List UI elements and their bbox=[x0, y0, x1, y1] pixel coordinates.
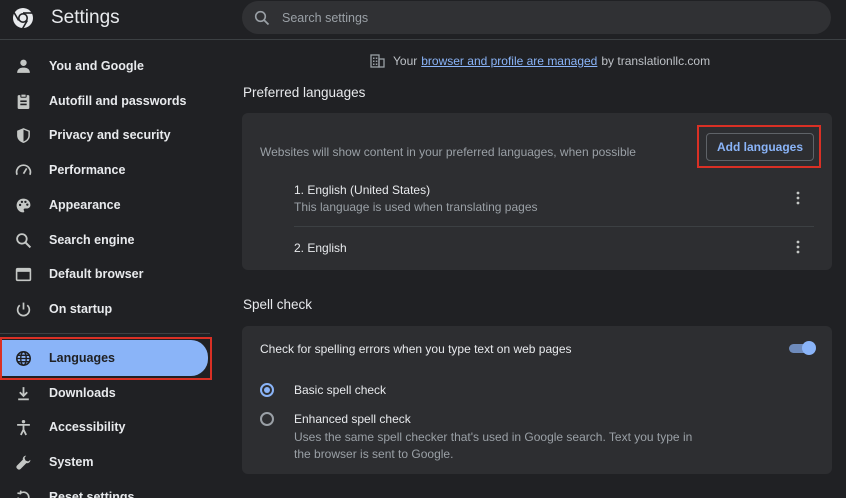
sidebar-item-you-and-google[interactable]: You and Google bbox=[0, 49, 210, 83]
sidebar-item-label: Performance bbox=[49, 163, 126, 177]
language-name: 2. English bbox=[294, 241, 347, 255]
more-options-icon[interactable] bbox=[790, 239, 806, 255]
sidebar-item-search-engine[interactable]: Search engine bbox=[0, 223, 210, 257]
search-box[interactable] bbox=[242, 1, 831, 34]
spell-check-toggle-label: Check for spelling errors when you type … bbox=[260, 342, 572, 356]
sidebar-item-label: Autofill and passwords bbox=[49, 94, 187, 108]
sidebar-item-label: Accessibility bbox=[49, 420, 126, 434]
reset-icon bbox=[17, 490, 30, 498]
person-icon bbox=[17, 59, 30, 73]
sidebar-item-label: On startup bbox=[49, 302, 113, 316]
sidebar-item-on-startup[interactable]: On startup bbox=[0, 292, 210, 326]
building-icon bbox=[370, 54, 385, 68]
speedometer-icon bbox=[15, 164, 32, 176]
language-note: This language is used when translating p… bbox=[294, 200, 538, 214]
sidebar-item-accessibility[interactable]: Accessibility bbox=[0, 410, 210, 444]
search-input[interactable] bbox=[282, 1, 802, 34]
sidebar-item-reset-settings[interactable]: Reset settings bbox=[0, 480, 210, 498]
preferred-languages-description: Websites will show content in your prefe… bbox=[260, 145, 636, 159]
preferred-languages-card: Websites will show content in your prefe… bbox=[242, 113, 832, 270]
enhanced-spell-check-radio[interactable] bbox=[260, 412, 274, 426]
search-icon bbox=[16, 233, 32, 249]
browser-window-icon bbox=[15, 267, 32, 282]
accessibility-icon bbox=[17, 419, 30, 436]
enhanced-spell-check-note: Uses the same spell checker that's used … bbox=[294, 430, 693, 461]
sidebar-item-performance[interactable]: Performance bbox=[0, 153, 210, 187]
language-item: 1. English (United States) This language… bbox=[294, 183, 814, 214]
managed-notice: Your browser and profile are managed by … bbox=[370, 53, 710, 69]
managed-prefix: Your bbox=[393, 54, 418, 68]
spell-check-title: Spell check bbox=[243, 297, 313, 312]
basic-spell-check-radio[interactable] bbox=[260, 383, 274, 397]
clipboard-icon bbox=[17, 93, 30, 109]
sidebar-item-label: Reset settings bbox=[49, 490, 135, 498]
app-title: Settings bbox=[51, 7, 120, 28]
managed-suffix: by translationllc.com bbox=[601, 54, 711, 68]
wrench-icon bbox=[16, 455, 31, 470]
managed-link[interactable]: browser and profile are managed bbox=[421, 54, 597, 68]
language-name: 1. English (United States) bbox=[294, 183, 431, 197]
languages-highlight-box bbox=[0, 337, 212, 380]
language-item: 2. English bbox=[294, 241, 814, 255]
power-icon bbox=[16, 302, 31, 317]
preferred-languages-title: Preferred languages bbox=[243, 85, 366, 100]
sidebar-item-privacy[interactable]: Privacy and security bbox=[0, 118, 210, 152]
sidebar-item-autofill[interactable]: Autofill and passwords bbox=[0, 84, 210, 118]
header: Settings bbox=[0, 0, 846, 40]
spell-check-toggle[interactable] bbox=[787, 341, 816, 355]
sidebar-item-label: Appearance bbox=[49, 198, 121, 212]
sidebar-item-downloads[interactable]: Downloads bbox=[0, 376, 210, 410]
sidebar-item-label: Privacy and security bbox=[49, 128, 171, 142]
sidebar: You and Google Autofill and passwords Pr… bbox=[0, 41, 222, 498]
sidebar-item-label: You and Google bbox=[49, 59, 144, 73]
sidebar-item-system[interactable]: System bbox=[0, 445, 210, 479]
sidebar-item-label: Downloads bbox=[49, 386, 116, 400]
sidebar-item-label: Search engine bbox=[49, 233, 135, 247]
more-options-icon[interactable] bbox=[790, 190, 806, 206]
search-icon bbox=[254, 10, 270, 26]
add-languages-highlight-box: Add languages bbox=[697, 125, 821, 168]
shield-icon bbox=[17, 128, 30, 143]
basic-spell-check-label: Basic spell check bbox=[294, 383, 387, 397]
language-divider bbox=[294, 226, 814, 227]
enhanced-spell-check-label: Enhanced spell check bbox=[294, 412, 411, 426]
sidebar-item-default-browser[interactable]: Default browser bbox=[0, 257, 210, 291]
chrome-logo-icon bbox=[13, 8, 33, 29]
sidebar-item-label: Default browser bbox=[49, 267, 144, 281]
palette-icon bbox=[16, 198, 31, 213]
sidebar-divider bbox=[0, 333, 210, 334]
sidebar-item-label: System bbox=[49, 455, 94, 469]
toggle-knob bbox=[802, 341, 816, 355]
sidebar-item-appearance[interactable]: Appearance bbox=[0, 188, 210, 222]
spell-check-card: Check for spelling errors when you type … bbox=[242, 326, 832, 474]
add-languages-button[interactable]: Add languages bbox=[706, 133, 814, 161]
download-icon bbox=[18, 387, 29, 401]
